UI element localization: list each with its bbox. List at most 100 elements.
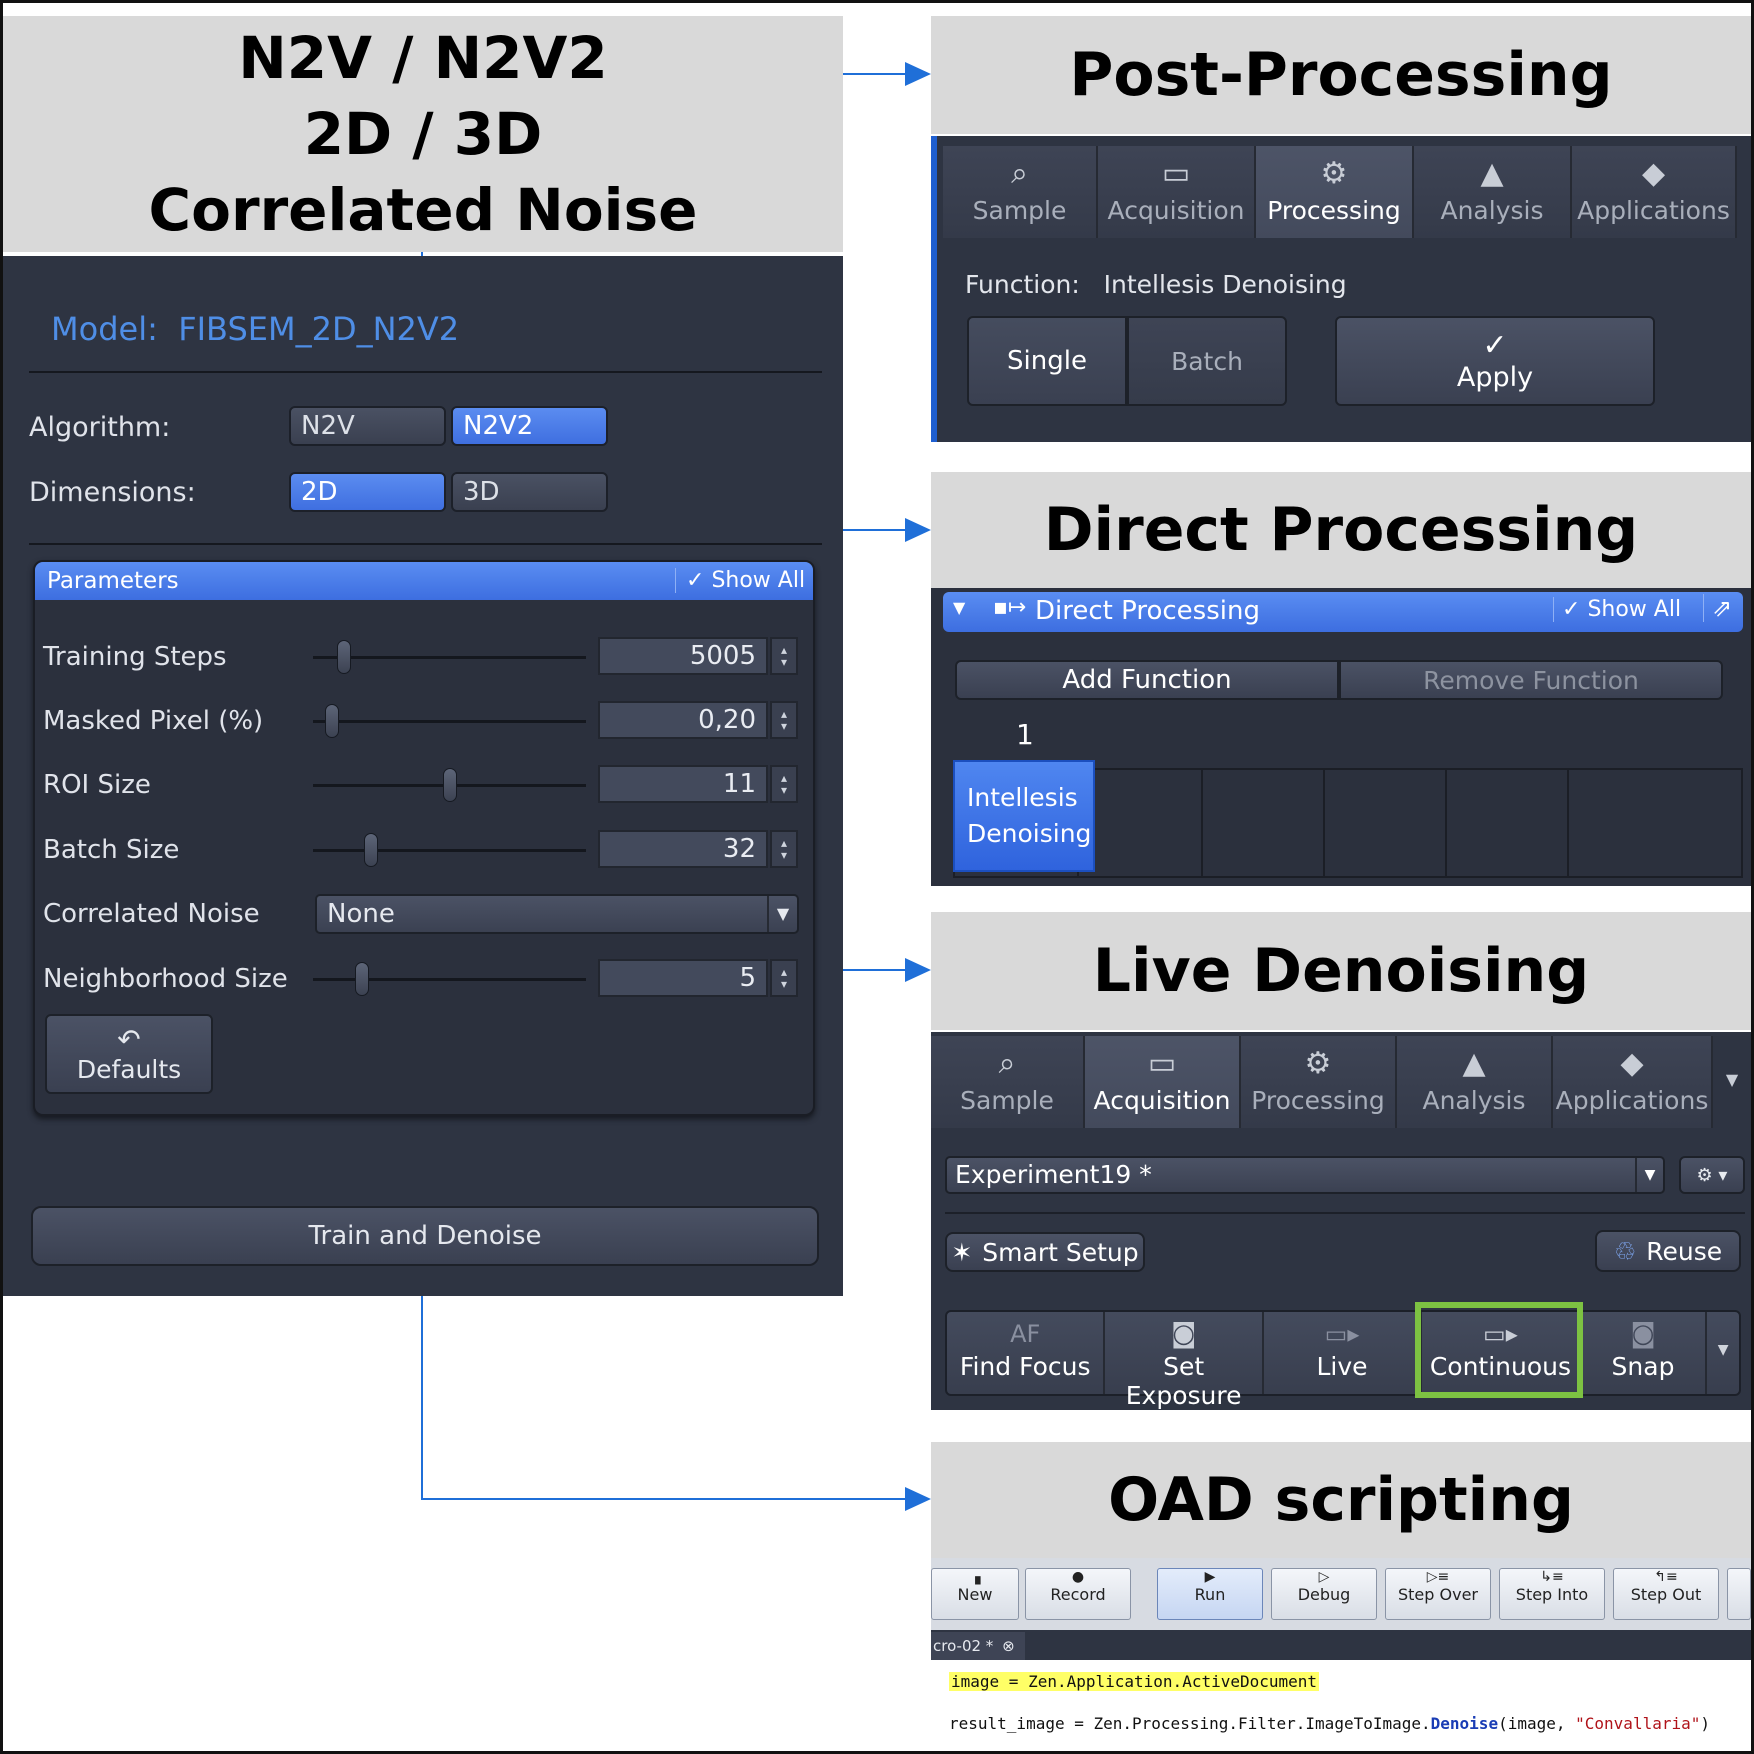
gear-icon: ⚙ ▾ [1696, 1164, 1728, 1186]
oad-scripting-title: OAD scripting [931, 1442, 1751, 1558]
smart-setup-button[interactable]: ✶ Smart Setup [945, 1232, 1145, 1272]
slider-thumb[interactable] [337, 640, 351, 674]
step-over-button[interactable]: ▷≡ Step Over [1385, 1568, 1491, 1620]
defaults-button[interactable]: ↶ Defaults [45, 1014, 213, 1094]
direct-processing-panel: ▼ ▪↦ Direct Processing ✓ Show All ⇗ Add … [931, 588, 1751, 886]
live-button[interactable]: ▭▸ Live [1264, 1312, 1423, 1394]
tab-acquisition[interactable]: ▭ Acquisition [1098, 146, 1256, 238]
roi-size-input[interactable]: 11 [598, 765, 768, 803]
parameters-header[interactable]: Parameters ✓ Show All [35, 562, 813, 600]
show-all-toggle[interactable]: ✓ Show All [1553, 597, 1681, 622]
tab-sample[interactable]: ⌕ Sample [931, 1036, 1085, 1128]
slider-track[interactable] [313, 978, 586, 981]
show-all-toggle[interactable]: ✓ Show All [675, 568, 805, 593]
search-icon: ⌕ [998, 1046, 1016, 1081]
code-line-2: result_image = Zen.Processing.Filter.Ima… [949, 1714, 1710, 1733]
spinner-icon[interactable]: ▴ ▾ [770, 765, 798, 803]
peak-chart-icon: ▲ [1462, 1046, 1486, 1081]
find-focus-button[interactable]: AF Find Focus [947, 1312, 1106, 1394]
tab-acquisition[interactable]: ▭ Acquisition [1085, 1036, 1241, 1128]
slot-cell[interactable] [1201, 770, 1323, 876]
record-label: Record [1050, 1585, 1106, 1604]
camera-monitor-icon: ▭ [1161, 156, 1191, 191]
experiment-select[interactable]: Experiment19 * ▼ [945, 1156, 1665, 1194]
slider-track[interactable] [313, 849, 586, 852]
step-out-label: Step Out [1630, 1585, 1702, 1604]
training-steps-input[interactable]: 5005 [598, 637, 768, 675]
slot-cell[interactable] [1077, 770, 1201, 876]
step-into-button[interactable]: ↳≡ Step Into [1499, 1568, 1605, 1620]
divider [29, 543, 822, 545]
slot-cell[interactable] [1323, 770, 1445, 876]
add-function-button[interactable]: Add Function [955, 660, 1339, 700]
batch-size-input[interactable]: 32 [598, 830, 768, 868]
single-button[interactable]: Single [967, 316, 1127, 406]
masked-pixel-input[interactable]: 0,20 [598, 701, 768, 739]
defaults-label: Defaults [76, 1054, 182, 1084]
tab-analysis[interactable]: ▲ Analysis [1414, 146, 1572, 238]
direct-processing-header[interactable]: ▼ ▪↦ Direct Processing ✓ Show All ⇗ [943, 592, 1743, 632]
debug-button[interactable]: ▷ Debug [1271, 1568, 1377, 1620]
popout-icon[interactable]: ⇗ [1703, 594, 1732, 622]
show-all-label: Show All [1587, 597, 1682, 622]
neighborhood-input[interactable]: 5 [598, 959, 768, 997]
dimension-3d-button[interactable]: 3D [451, 472, 608, 512]
tab-applications[interactable]: ◆ Applications [1553, 1036, 1713, 1128]
algorithm-n2v2-button[interactable]: N2V2 [451, 406, 608, 446]
spinner-icon[interactable]: ▴ ▾ [770, 701, 798, 739]
algorithm-label: Algorithm: [29, 412, 171, 443]
slot-cell[interactable] [1445, 770, 1567, 876]
slot-number: 1 [1016, 718, 1034, 751]
slider-track[interactable] [313, 720, 586, 723]
slider-thumb[interactable] [443, 768, 457, 802]
spinner-icon[interactable]: ▴ ▾ [770, 830, 798, 868]
set-exposure-button[interactable]: ◙ Set Exposure [1105, 1312, 1264, 1410]
dimension-2d-button[interactable]: 2D [289, 472, 446, 512]
close-icon[interactable]: ⊗ [1002, 1637, 1015, 1655]
tab-processing[interactable]: ⚙ Processing [1241, 1036, 1397, 1128]
slider-thumb[interactable] [325, 704, 339, 738]
correlated-noise-select[interactable]: None ▼ [315, 894, 799, 934]
batch-button[interactable]: Batch [1127, 316, 1287, 406]
tab-applications[interactable]: ◆ Applications [1572, 146, 1737, 238]
param-label: Batch Size [43, 835, 180, 865]
record-button[interactable]: ● Record [1025, 1568, 1131, 1620]
collapse-chevron-icon[interactable]: ▼ [953, 598, 965, 617]
run-button[interactable]: ▶ Run [1157, 1568, 1263, 1620]
step-out-button[interactable]: ↰≡ Step Out [1613, 1568, 1719, 1620]
slot-cell[interactable] [1567, 770, 1689, 876]
reuse-button[interactable]: ♲ Reuse [1595, 1230, 1741, 1272]
algorithm-n2v-button[interactable]: N2V [289, 406, 446, 446]
spinner-icon[interactable]: ▴ ▾ [770, 959, 798, 997]
gear-icon: ⚙ [1320, 156, 1348, 191]
chevron-down-icon[interactable]: ▼ [767, 896, 797, 932]
tab-sample[interactable]: ⌕ Sample [943, 146, 1098, 238]
chevron-down-icon[interactable]: ▼ [1635, 1158, 1663, 1192]
run-label: Run [1194, 1585, 1226, 1604]
snap-button[interactable]: ◙ Snap [1581, 1312, 1706, 1394]
toolbar-overflow-button[interactable] [1727, 1568, 1751, 1620]
tab-analysis[interactable]: ▲ Analysis [1397, 1036, 1553, 1128]
tabs-overflow-chevron-icon[interactable]: ▼ [1713, 1036, 1751, 1128]
code-line-1-text: image = Zen.Application.ActiveDocument [951, 1672, 1318, 1691]
reuse-icon: ♲ [1613, 1236, 1637, 1266]
actions-overflow-chevron-icon[interactable]: ▼ [1705, 1312, 1739, 1394]
slider-thumb[interactable] [355, 962, 369, 996]
new-button[interactable]: ▗ New [931, 1568, 1019, 1620]
single-label: Single [1007, 346, 1087, 376]
function-label: Function: [965, 270, 1080, 299]
live-denoising-title: Live Denoising [931, 912, 1751, 1030]
experiment-settings-button[interactable]: ⚙ ▾ [1679, 1156, 1745, 1194]
remove-function-button[interactable]: Remove Function [1339, 660, 1723, 700]
code-line-2-args: (image, [1498, 1714, 1576, 1733]
spinner-icon[interactable]: ▴ ▾ [770, 637, 798, 675]
apply-button[interactable]: ✓ Apply [1335, 316, 1655, 406]
slider-thumb[interactable] [364, 833, 378, 867]
video-camera-icon: ▭▸ [1324, 1320, 1360, 1348]
slider-track[interactable] [313, 656, 586, 659]
tab-processing[interactable]: ⚙ Processing [1256, 146, 1414, 238]
train-and-denoise-button[interactable]: Train and Denoise [31, 1206, 819, 1266]
document-tab[interactable]: cro-02 * ⊗ [931, 1632, 1025, 1660]
function-value: Intellesis Denoising [1103, 270, 1347, 299]
intellesis-denoising-slot[interactable]: Intellesis Denoising [953, 760, 1095, 872]
